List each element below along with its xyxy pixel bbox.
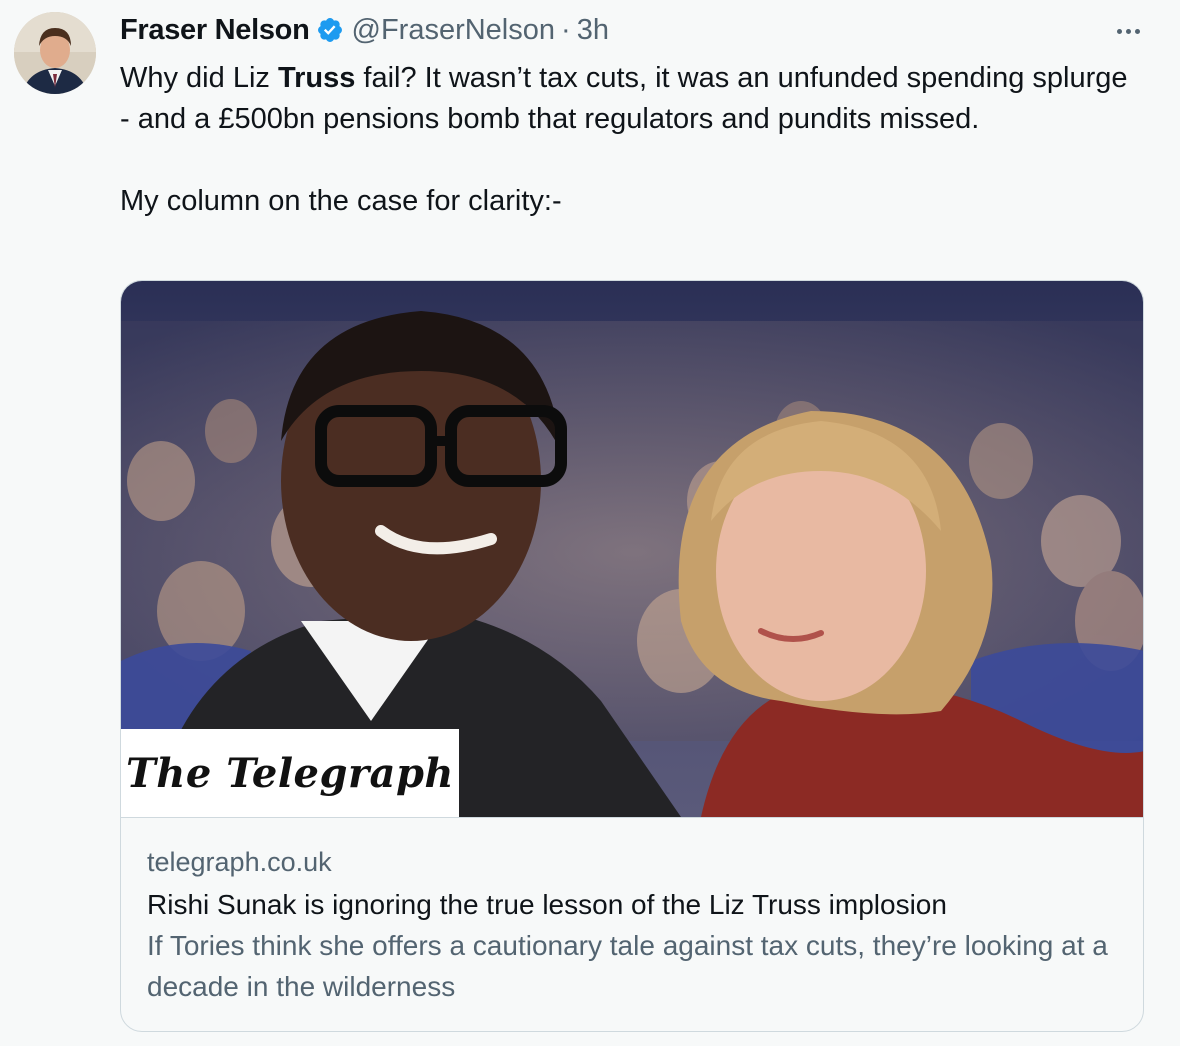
highlighted-term: Truss bbox=[277, 62, 356, 94]
link-card[interactable]: The Telegraph telegraph.co.uk Rishi Suna… bbox=[120, 280, 1144, 1032]
header-separator: · bbox=[561, 13, 571, 46]
more-options-icon[interactable] bbox=[1108, 16, 1148, 46]
telegraph-logo: The Telegraph bbox=[121, 729, 459, 817]
card-meta[interactable]: telegraph.co.uk Rishi Sunak is ignoring … bbox=[147, 843, 1127, 1007]
tweet-paragraph-1: Why did Liz Truss fail? It wasn’t tax cu… bbox=[120, 62, 1128, 135]
tweet-header: Fraser Nelson @FraserNelson · 3h bbox=[120, 10, 609, 50]
author-name[interactable]: Fraser Nelson bbox=[120, 14, 310, 47]
card-domain[interactable]: telegraph.co.uk bbox=[147, 843, 1127, 881]
tweet-timestamp[interactable]: 3h bbox=[577, 14, 609, 47]
author-avatar[interactable] bbox=[14, 12, 96, 94]
card-description: If Tories think she offers a cautionary … bbox=[147, 930, 1108, 1002]
card-image[interactable]: The Telegraph bbox=[121, 281, 1143, 818]
tweet[interactable]: Fraser Nelson @FraserNelson · 3h Why did… bbox=[0, 0, 1180, 1046]
verified-badge-icon bbox=[316, 16, 344, 44]
author-handle[interactable]: @FraserNelson bbox=[352, 14, 556, 47]
card-title[interactable]: Rishi Sunak is ignoring the true lesson … bbox=[147, 885, 1127, 925]
tweet-paragraph-2: My column on the case for clarity:- bbox=[120, 185, 562, 217]
tweet-text: Why did Liz Truss fail? It wasn’t tax cu… bbox=[120, 58, 1130, 222]
